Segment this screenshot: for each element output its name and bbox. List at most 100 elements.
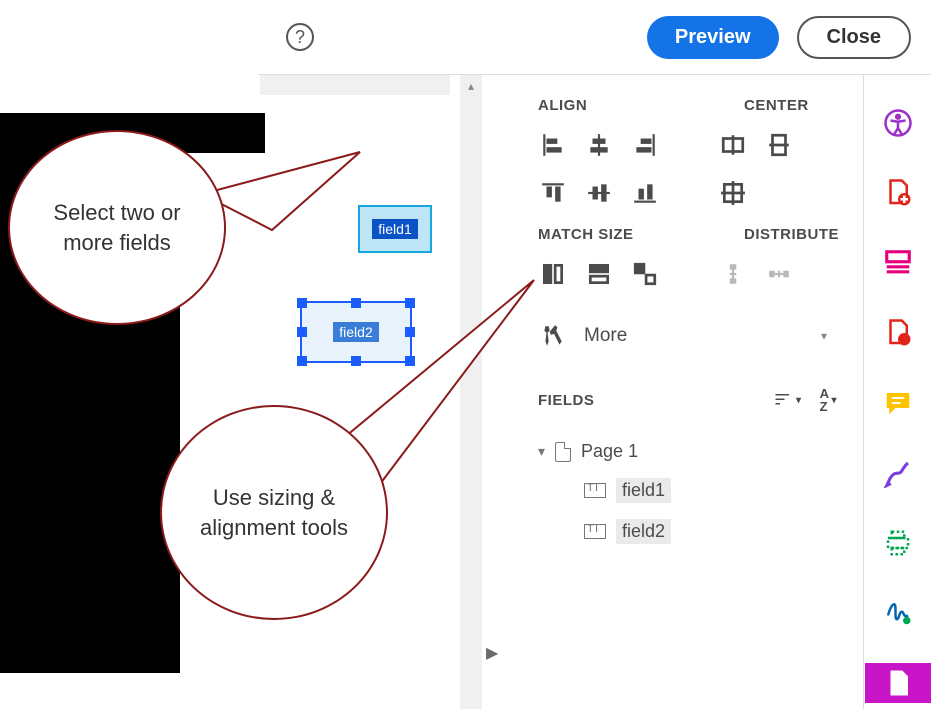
tree-field-2-name: field2: [616, 519, 671, 544]
distribute-group: [718, 259, 794, 289]
export-pdf-icon: i: [883, 318, 913, 348]
close-button[interactable]: Close: [797, 16, 911, 59]
center-vertical-icon: [766, 132, 792, 158]
rail-forms-button[interactable]: [865, 663, 931, 703]
align-middle-v-icon: [586, 180, 612, 206]
match-size-group: [538, 259, 698, 289]
rail-combine-button[interactable]: [865, 243, 931, 283]
filter-icon: [772, 391, 794, 409]
rail-create-pdf-button[interactable]: [865, 173, 931, 213]
center-vertical-button[interactable]: [764, 130, 794, 160]
align-horizontal-group: [538, 130, 698, 160]
canvas-pasteboard-top: [180, 113, 265, 153]
callout-1-text: Select two or more fields: [28, 198, 206, 257]
fields-sort-button[interactable]: AZ ▾: [820, 387, 837, 413]
panel-collapse-toggle[interactable]: ▶: [486, 643, 498, 663]
edit-icon: [883, 458, 913, 488]
section-headers-row-1: ALIGN CENTER: [538, 97, 845, 114]
match-both-icon: [632, 261, 658, 287]
match-width-button[interactable]: [538, 259, 568, 289]
center-section-title: CENTER: [744, 97, 809, 114]
tree-page-row[interactable]: ▾ Page 1: [538, 433, 845, 470]
tree-field-2[interactable]: field2: [538, 511, 845, 552]
fields-tree: ▾ Page 1 field1 field2: [538, 433, 845, 552]
rail-print-button[interactable]: [865, 523, 931, 563]
center-both-icon: [720, 180, 746, 206]
tools-icon: [538, 323, 568, 349]
distribute-section-title: DISTRIBUTE: [744, 226, 839, 243]
canvas-horizontal-scroll[interactable]: [260, 75, 450, 95]
chevron-down-icon: ▾: [821, 329, 827, 343]
center-group-1: [718, 130, 794, 160]
distribute-vertical-icon: [720, 261, 746, 287]
rail-edit-button[interactable]: [865, 453, 931, 493]
resize-handle-ml[interactable]: [297, 327, 307, 337]
align-left-icon: [540, 132, 566, 158]
create-pdf-icon: [883, 178, 913, 208]
align-left-button[interactable]: [538, 130, 568, 160]
tools-rail: i: [865, 75, 931, 709]
more-label: More: [584, 325, 627, 347]
scroll-up-arrow[interactable]: ▴: [460, 75, 482, 97]
align-top-icon: [540, 180, 566, 206]
center-group-2: [718, 178, 748, 208]
question-icon: ?: [295, 27, 305, 48]
callout-2-text: Use sizing & alignment tools: [180, 483, 368, 542]
match-distribute-row: [538, 259, 845, 289]
match-height-icon: [586, 261, 612, 287]
textfield-icon: [584, 524, 606, 539]
match-both-button[interactable]: [630, 259, 660, 289]
distribute-horizontal-button: [764, 259, 794, 289]
rail-comment-button[interactable]: [865, 383, 931, 423]
align-right-button[interactable]: [630, 130, 660, 160]
distribute-horizontal-icon: [766, 261, 792, 287]
form-field-1-label: field1: [372, 219, 417, 239]
match-height-button[interactable]: [584, 259, 614, 289]
align-bottom-icon: [632, 180, 658, 206]
center-both-button[interactable]: [718, 178, 748, 208]
align-middle-v-button[interactable]: [584, 178, 614, 208]
forms-icon: [883, 668, 913, 698]
fields-filter-button[interactable]: ▾: [772, 387, 802, 413]
fields-title: FIELDS: [538, 392, 594, 409]
callout-1-tail: [202, 150, 368, 234]
sort-az-icon: AZ: [820, 387, 830, 413]
callout-select-fields: Select two or more fields: [8, 130, 226, 325]
tree-page-label: Page 1: [581, 441, 638, 462]
print-icon: [883, 528, 913, 558]
align-center-h-icon: [586, 132, 612, 158]
match-width-icon: [540, 261, 566, 287]
align-center-icon-row-1: [538, 130, 845, 160]
more-options-row[interactable]: More ▾: [538, 307, 845, 371]
align-vertical-group: [538, 178, 698, 208]
right-panel: ALIGN CENTER: [504, 75, 864, 709]
fields-header: FIELDS ▾ AZ ▾: [538, 371, 845, 433]
rail-export-pdf-button[interactable]: i: [865, 313, 931, 353]
tree-field-1[interactable]: field1: [538, 470, 845, 511]
align-top-button[interactable]: [538, 178, 568, 208]
center-horizontal-button[interactable]: [718, 130, 748, 160]
section-headers-row-2: MATCH SIZE DISTRIBUTE: [538, 226, 845, 243]
rail-accessibility-button[interactable]: [865, 103, 931, 143]
sign-icon: [883, 598, 913, 628]
svg-text:i: i: [903, 335, 906, 346]
fields-header-tools: ▾ AZ ▾: [772, 387, 837, 413]
match-size-section-title: MATCH SIZE: [538, 226, 686, 243]
tree-field-1-name: field1: [616, 478, 671, 503]
comment-icon: [883, 388, 913, 418]
align-center-h-button[interactable]: [584, 130, 614, 160]
align-bottom-button[interactable]: [630, 178, 660, 208]
page-icon: [555, 442, 571, 462]
center-horizontal-icon: [720, 132, 746, 158]
distribute-vertical-button: [718, 259, 748, 289]
accessibility-icon: [883, 108, 913, 138]
rail-sign-button[interactable]: [865, 593, 931, 633]
resize-handle-bl[interactable]: [297, 356, 307, 366]
align-center-icon-row-2: [538, 178, 845, 208]
form-field-1[interactable]: field1: [358, 205, 432, 253]
preview-button[interactable]: Preview: [647, 16, 779, 59]
textfield-icon: [584, 483, 606, 498]
help-button[interactable]: ?: [286, 23, 314, 51]
resize-handle-tl[interactable]: [297, 298, 307, 308]
combine-icon: [883, 248, 913, 278]
